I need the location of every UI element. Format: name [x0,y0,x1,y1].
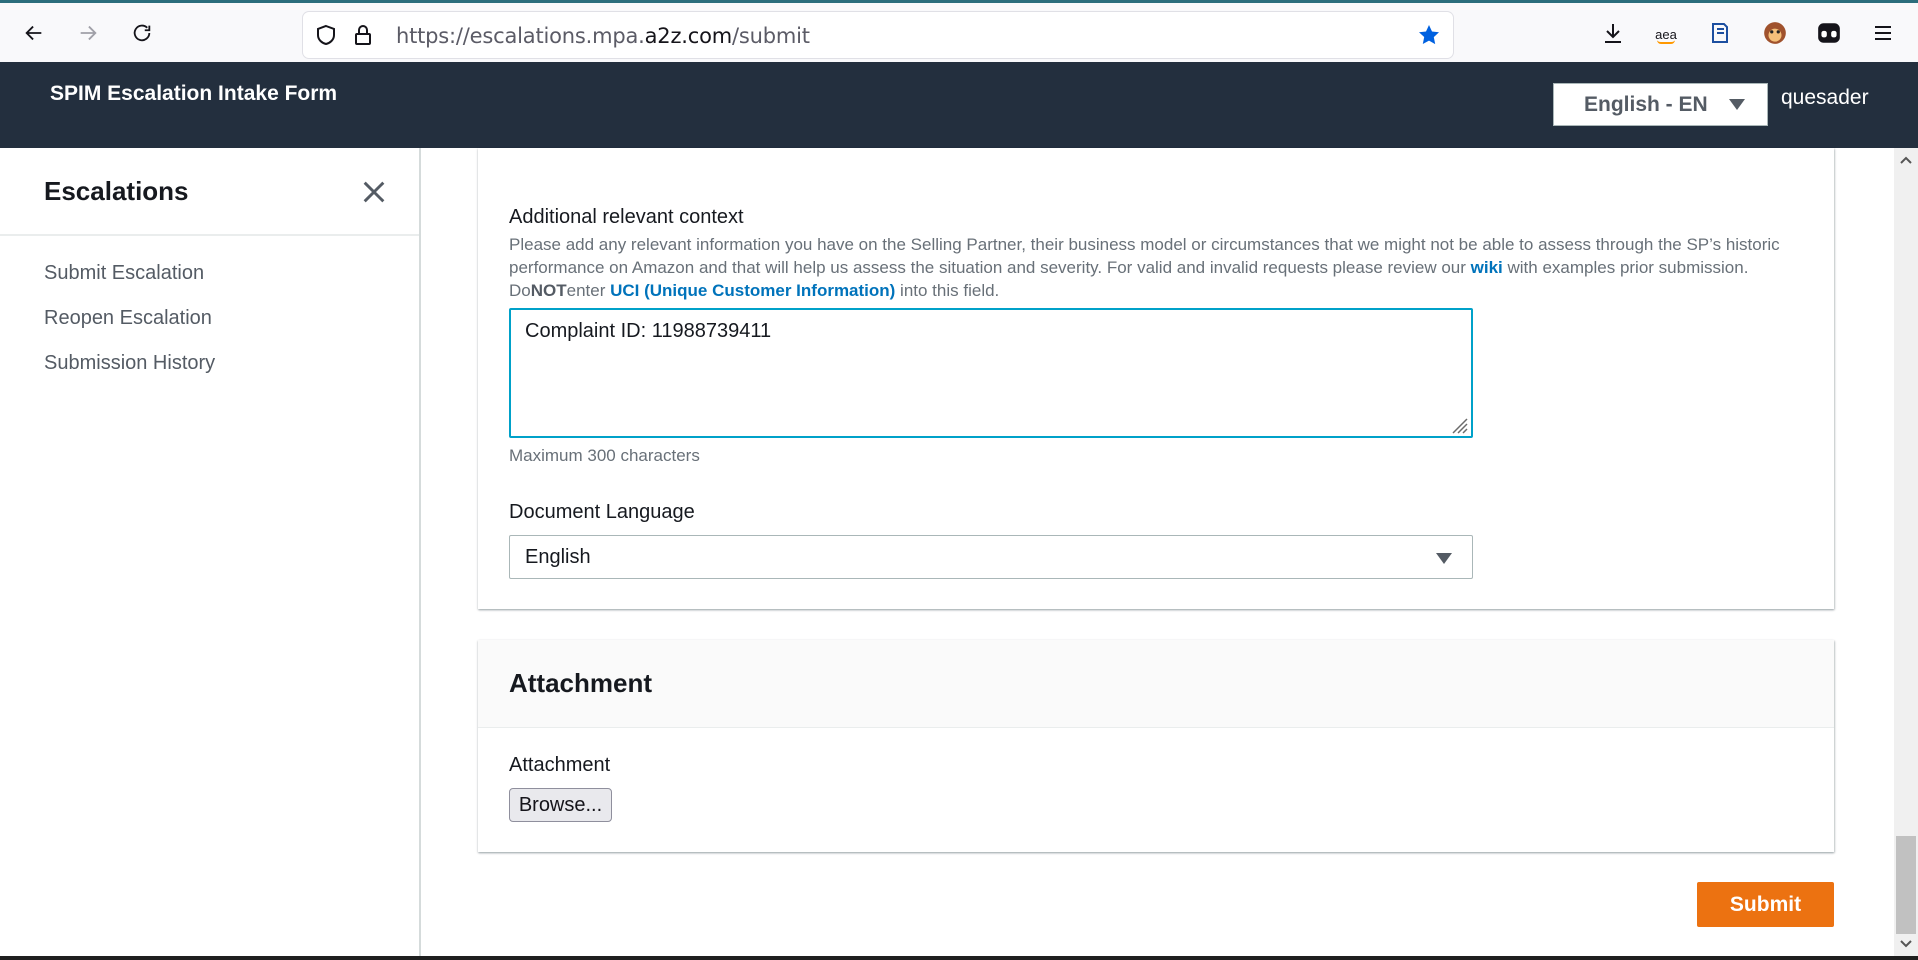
sidebar-item-reopen-escalation[interactable]: Reopen Escalation [44,307,212,330]
lock-icon[interactable] [351,23,375,47]
doc-language-value: English [525,546,591,568]
monkey-extension-icon[interactable] [1761,19,1789,47]
uci-link[interactable]: UCI (Unique Customer Information) [610,281,895,300]
incognito-extension-icon[interactable] [1815,19,1843,47]
address-bar[interactable]: https://escalations.mpa.a2z.com/submit [303,12,1453,58]
context-label: Additional relevant context [509,206,744,228]
caret-down-icon [1436,553,1452,564]
download-icon[interactable] [1599,19,1627,47]
taskbar-edge [0,956,1918,960]
close-icon[interactable] [360,178,388,206]
doc-language-select[interactable]: English [509,535,1473,579]
browser-toolbar: https://escalations.mpa.a2z.com/submit a… [0,0,1918,62]
context-char-limit-hint: Maximum 300 characters [509,446,700,465]
resize-handle-icon[interactable] [1447,413,1469,435]
attachment-card-header: Attachment [478,640,1834,728]
user-name[interactable]: quesader [1781,86,1869,110]
back-arrow-icon[interactable] [18,17,50,49]
app-title[interactable]: SPIM Escalation Intake Form [50,82,337,106]
app-header: SPIM Escalation Intake Form English - EN… [0,62,1918,148]
wiki-link[interactable]: wiki [1471,258,1503,277]
attachment-field-label: Attachment [509,754,611,776]
language-select-value: English - EN [1584,93,1708,116]
reload-icon[interactable] [126,17,158,49]
sidebar-item-submit-escalation[interactable]: Submit Escalation [44,262,204,285]
scrollbar-thumb[interactable] [1896,836,1916,934]
sidebar-header: Escalations [0,148,419,236]
sidebar-item-submission-history[interactable]: Submission History [44,352,215,375]
attachment-section-title: Attachment [509,668,653,698]
url-text[interactable]: https://escalations.mpa.a2z.com/submit [396,24,810,48]
scroll-up-icon[interactable] [1896,150,1916,170]
context-description: Please add any relevant information you … [509,235,1780,300]
sidebar: Escalations Submit Escalation Reopen Esc… [0,148,421,960]
hamburger-menu-icon[interactable] [1869,19,1897,47]
language-select[interactable]: English - EN [1553,83,1768,126]
doc-language-label: Document Language [509,501,695,523]
amazon-extension-icon[interactable]: aea [1652,21,1680,49]
bookmark-star-icon[interactable] [1417,23,1441,47]
scroll-down-icon[interactable] [1896,934,1916,954]
browse-file-button[interactable]: Browse... [509,788,612,822]
submit-button[interactable]: Submit [1697,882,1834,927]
reader-book-icon[interactable] [1706,19,1734,47]
attachment-card: Attachment [478,640,1834,852]
context-textarea[interactable]: Complaint ID: 11988739411 [509,308,1473,438]
shield-icon[interactable] [314,23,338,47]
sidebar-title: Escalations [44,176,189,206]
forward-arrow-icon[interactable] [72,17,104,49]
caret-down-icon [1729,99,1745,110]
